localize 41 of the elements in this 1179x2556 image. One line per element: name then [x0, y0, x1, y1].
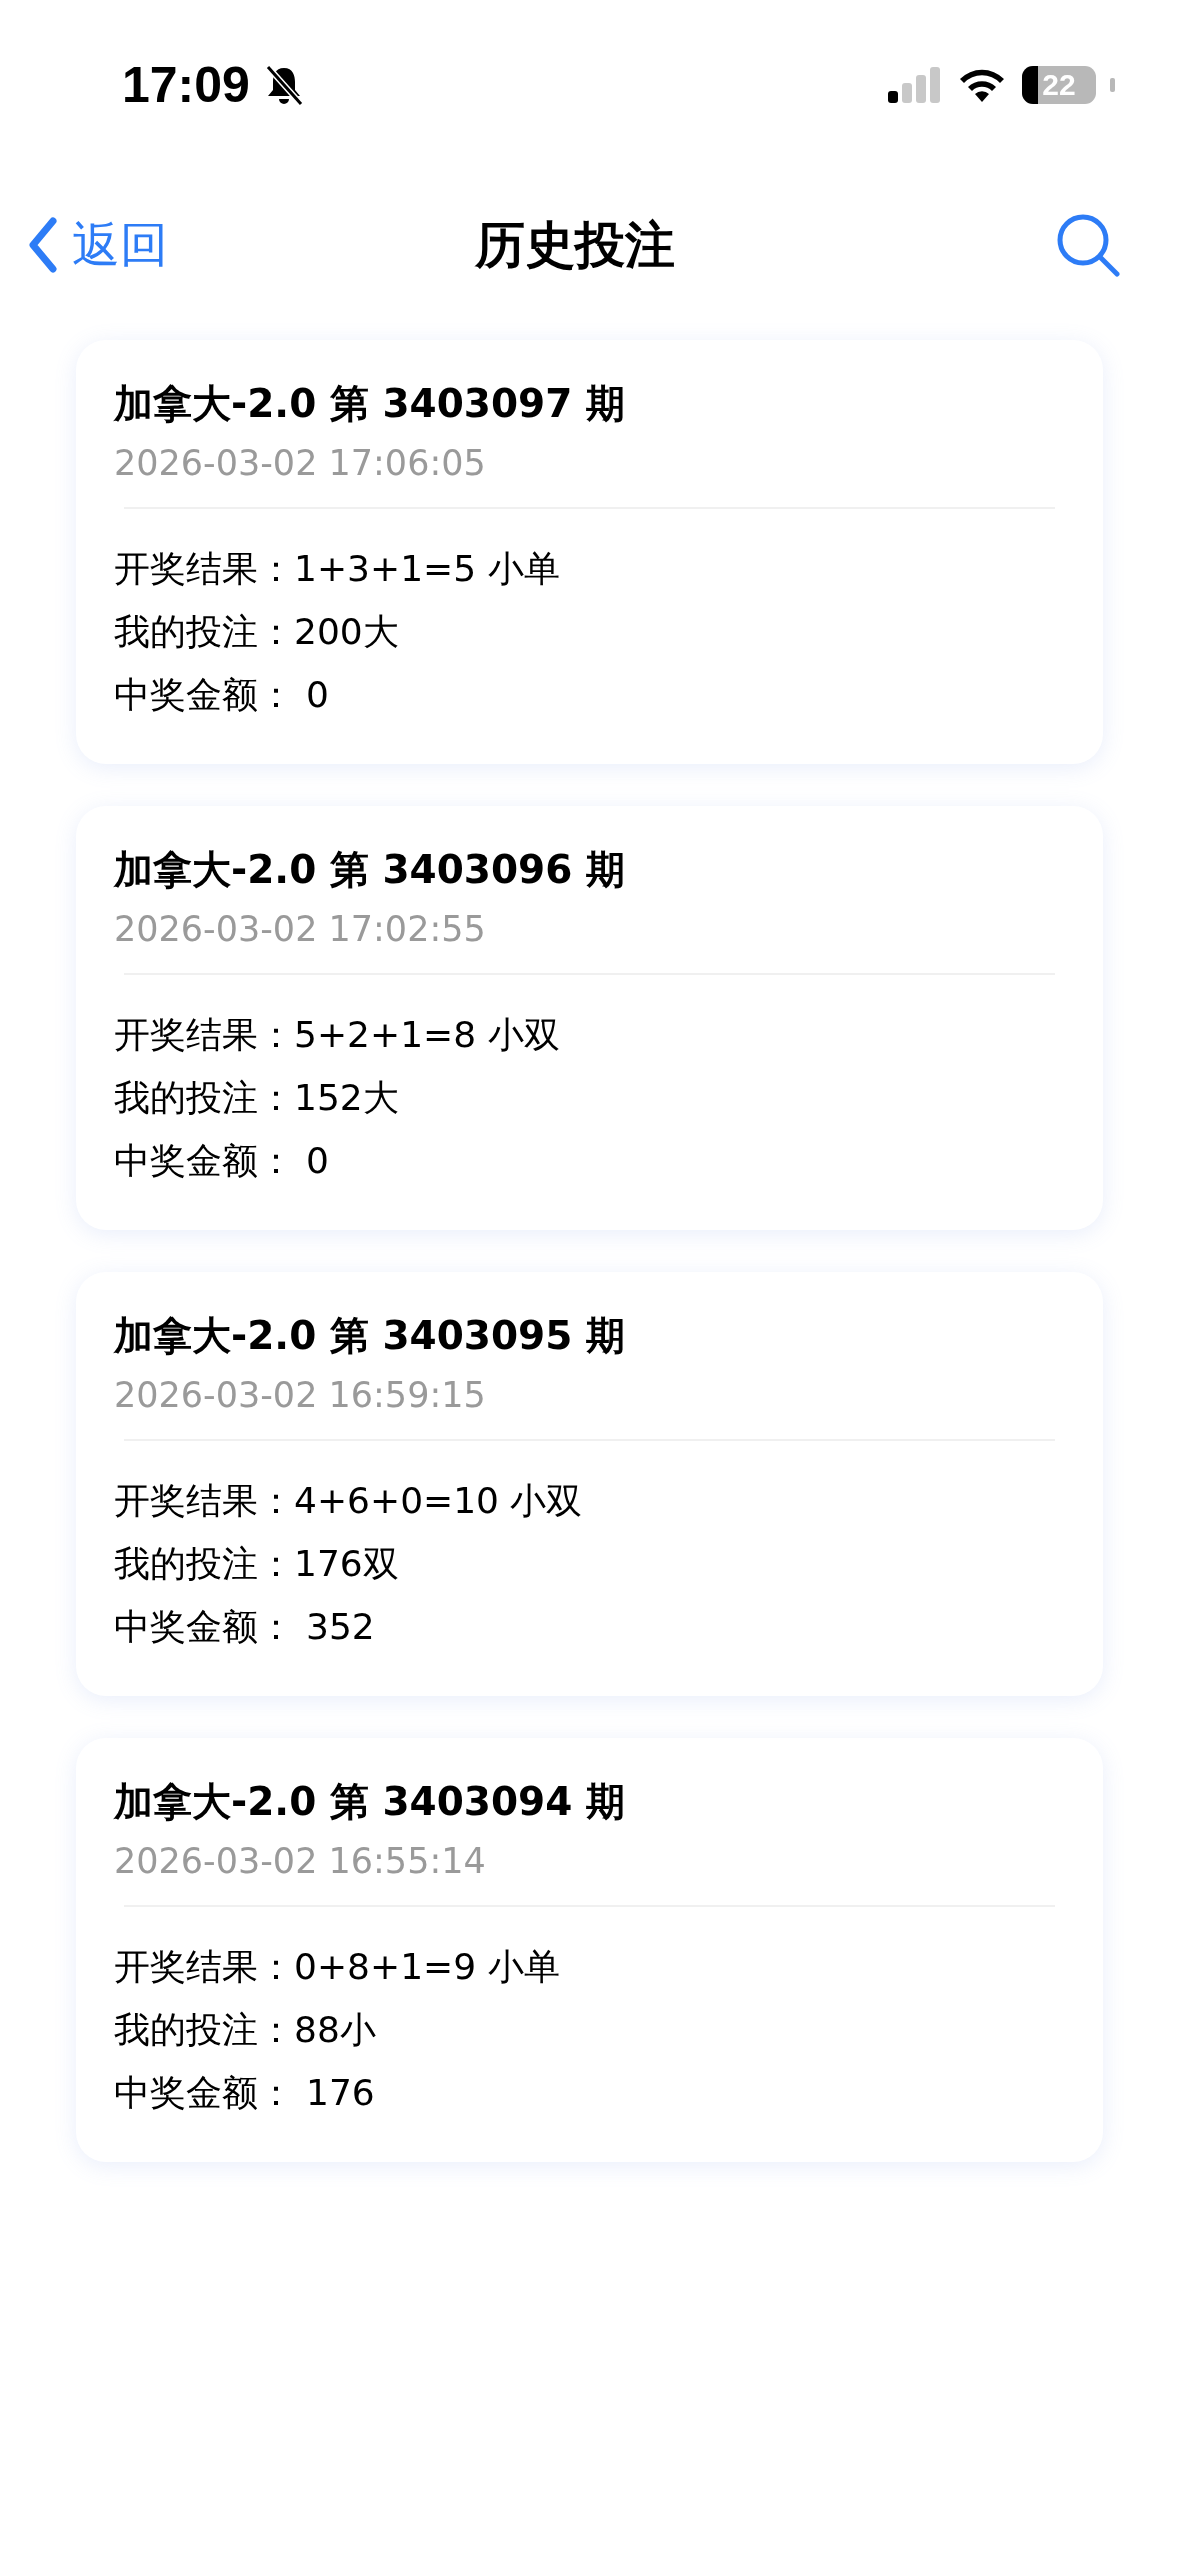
signal-icon: [886, 65, 942, 105]
record-time: 2026-03-02 16:55:14: [114, 1840, 487, 1881]
record-title: 加拿大-2.0 第 3403097 期: [114, 382, 626, 427]
field-label: 我的投注：: [114, 609, 294, 654]
field-label: 开奖结果：: [114, 1012, 294, 1057]
field-label: 中奖金额：: [114, 1138, 294, 1183]
search-button[interactable]: [1055, 212, 1121, 278]
field-value: 0: [306, 1138, 329, 1183]
field-label: 我的投注：: [114, 1541, 294, 1586]
field-label: 我的投注：: [114, 1075, 294, 1120]
record-title: 加拿大-2.0 第 3403095 期: [114, 1314, 626, 1359]
record-title: 加拿大-2.0 第 3403094 期: [114, 1780, 626, 1825]
page-title: 历史投注: [474, 214, 675, 276]
field-value: 176: [306, 2070, 375, 2115]
field-value: 200大: [294, 609, 399, 654]
chevron-left-icon: [28, 217, 58, 273]
field-label: 中奖金额：: [114, 2070, 294, 2115]
field-label: 开奖结果：: [114, 1478, 294, 1523]
field-value: 1+3+1=5 小单: [294, 546, 560, 591]
status-time: 17:09: [122, 56, 250, 114]
field-value: 5+2+1=8 小双: [294, 1012, 560, 1057]
field-value: 4+6+0=10 小双: [294, 1478, 583, 1523]
field-value: 0+8+1=9 小单: [294, 1944, 560, 1989]
battery-tip-icon: [1110, 78, 1115, 92]
field-value: 176双: [294, 1541, 399, 1586]
record-title: 加拿大-2.0 第 3403096 期: [114, 848, 626, 893]
field-label: 我的投注：: [114, 2007, 294, 2052]
field-value: 0: [306, 672, 329, 717]
field-label: 中奖金额：: [114, 672, 294, 717]
search-icon: [1055, 212, 1121, 278]
record-time: 2026-03-02 17:06:05: [114, 442, 487, 483]
field-label: 中奖金额：: [114, 1604, 294, 1649]
field-value: 88小: [294, 2007, 376, 2052]
field-value: 152大: [294, 1075, 399, 1120]
field-value: 352: [306, 1604, 375, 1649]
record-time: 2026-03-02 17:02:55: [114, 908, 487, 949]
record-time: 2026-03-02 16:59:15: [114, 1374, 487, 1415]
field-label: 开奖结果：: [114, 546, 294, 591]
back-button[interactable]: 返回: [28, 213, 475, 277]
field-label: 开奖结果：: [114, 1944, 294, 1989]
battery-percent: 22: [1042, 68, 1076, 102]
